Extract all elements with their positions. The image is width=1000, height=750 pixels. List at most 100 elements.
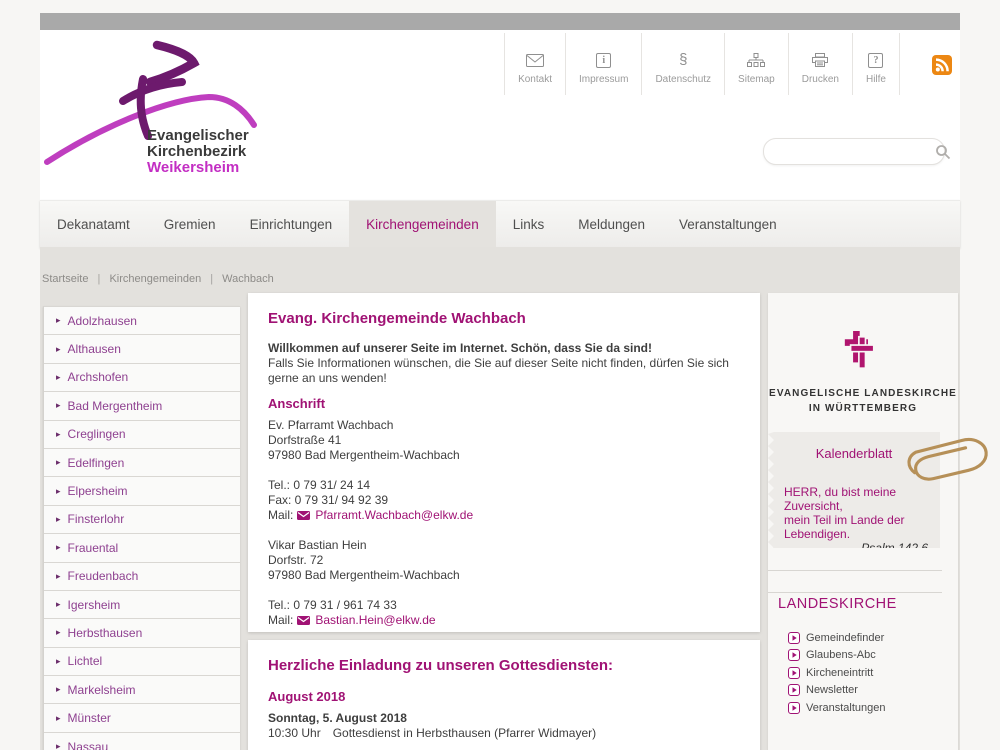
landeskirche-logo[interactable]: EVANGELISCHE LANDESKIRCHE IN WÜRTTEMBERG: [768, 327, 958, 416]
sidebar-item-edelfingen[interactable]: ▸Edelfingen: [44, 449, 240, 477]
toolbar-item-datenschutz[interactable]: § Datenschutz: [641, 33, 724, 95]
sidebar-item-markelsheim[interactable]: ▸Markelsheim: [44, 676, 240, 704]
mail-label: Mail:: [268, 613, 293, 628]
address1-line: Ev. Pfarramt Wachbach: [268, 418, 740, 433]
landeskirche-cross-icon: [768, 327, 958, 378]
toolbar-item-sitemap[interactable]: Sitemap: [724, 33, 788, 95]
help-icon: ?: [868, 51, 883, 69]
toolbar-item-impressum[interactable]: i Impressum: [565, 33, 641, 95]
mail-icon: [526, 51, 544, 69]
logo-line2: Kirchenbezirk: [147, 144, 249, 160]
nav-item-veranstaltungen[interactable]: Veranstaltungen: [662, 201, 794, 248]
nav-item-einrichtungen[interactable]: Einrichtungen: [233, 201, 350, 248]
service-desc: Gottesdienst in Herbsthausen (Pfarrer Wi…: [333, 726, 596, 740]
sidebar-item-igersheim[interactable]: ▸Igersheim: [44, 591, 240, 619]
rss-icon[interactable]: [932, 55, 952, 75]
sidebar-item-elpersheim[interactable]: ▸Elpersheim: [44, 477, 240, 505]
link-gemeindefinder[interactable]: Gemeindefinder: [788, 629, 886, 647]
sitemap-icon: [747, 51, 765, 69]
triangle-bullet-icon: ▸: [56, 627, 61, 638]
sidebar-item-bad-mergentheim[interactable]: ▸Bad Mergentheim: [44, 392, 240, 420]
sidebar-item-herbsthausen[interactable]: ▸Herbsthausen: [44, 619, 240, 647]
services-title: Herzliche Einladung zu unseren Gottesdie…: [268, 657, 740, 675]
site-logo[interactable]: Evangelischer Kirchenbezirk Weikersheim: [44, 32, 334, 197]
sidebar-item-althausen[interactable]: ▸Althausen: [44, 335, 240, 363]
search-icon[interactable]: [935, 144, 951, 160]
link-veranstaltungen[interactable]: Veranstaltungen: [788, 699, 886, 717]
link-newsletter[interactable]: Newsletter: [788, 682, 886, 700]
envelope-icon: [297, 616, 310, 625]
breadcrumb-separator: |: [92, 273, 107, 285]
nav-item-dekanatamt[interactable]: Dekanatamt: [40, 201, 147, 248]
content-area: Startseite | Kirchengemeinden | Wachbach…: [40, 247, 960, 750]
sidebar-item-muenster[interactable]: ▸Münster: [44, 704, 240, 732]
mail2-line: Mail: Bastian.Hein@elkw.de: [268, 613, 740, 628]
tel2-line: Tel.: 0 79 31 / 961 74 33: [268, 598, 740, 613]
mail1-link[interactable]: Pfarramt.Wachbach@elkw.de: [315, 508, 473, 523]
anschrift-heading: Anschrift: [268, 396, 740, 412]
header: Evangelischer Kirchenbezirk Weikersheim …: [40, 30, 960, 200]
mail-label: Mail:: [268, 508, 293, 523]
address1-line: Dorfstraße 41: [268, 433, 740, 448]
play-arrow-icon: [788, 667, 800, 679]
logo-line1: Evangelischer: [147, 128, 249, 144]
sidebar-item-creglingen[interactable]: ▸Creglingen: [44, 421, 240, 449]
landeskirche-logo-line1: EVANGELISCHE LANDESKIRCHE: [768, 386, 958, 401]
triangle-bullet-icon: ▸: [56, 429, 61, 440]
search-input[interactable]: [776, 142, 935, 162]
toolbar-label: Drucken: [802, 74, 839, 85]
sidebar-item-freudenbach[interactable]: ▸Freudenbach: [44, 563, 240, 591]
kalenderblatt-widget: Kalenderblatt HERR, du bist meine Zuvers…: [768, 432, 940, 548]
info-icon: i: [596, 51, 611, 69]
triangle-bullet-icon: ▸: [56, 542, 61, 553]
landeskirche-logo-line2: IN WÜRTTEMBERG: [768, 401, 958, 416]
parish-info-box: Evang. Kirchengemeinde Wachbach Willkomm…: [248, 293, 760, 632]
sidebar-item-adolzhausen[interactable]: ▸Adolzhausen: [44, 307, 240, 335]
link-kircheneintritt[interactable]: Kircheneintritt: [788, 664, 886, 682]
triangle-bullet-icon: ▸: [56, 741, 61, 750]
sidebar-item-archshofen[interactable]: ▸Archshofen: [44, 364, 240, 392]
divider: [768, 570, 942, 571]
service-date: Sonntag, 5. August 2018: [268, 711, 740, 726]
triangle-bullet-icon: ▸: [56, 571, 61, 582]
play-arrow-icon: [788, 702, 800, 714]
triangle-bullet-icon: ▸: [56, 514, 61, 525]
nav-item-kirchengemeinden[interactable]: Kirchengemeinden: [349, 201, 496, 248]
link-glaubens-abc[interactable]: Glaubens-Abc: [788, 647, 886, 665]
divider: [768, 592, 942, 593]
breadcrumb-startseite[interactable]: Startseite: [42, 273, 88, 285]
parish-sidebar: ▸Adolzhausen ▸Althausen ▸Archshofen ▸Bad…: [43, 306, 240, 750]
landeskirche-links: Gemeindefinder Glaubens-Abc Kircheneintr…: [788, 629, 886, 717]
toolbar-label: Impressum: [579, 74, 628, 85]
sidebar-item-nassau[interactable]: ▸Nassau: [44, 733, 240, 750]
play-arrow-icon: [788, 649, 800, 661]
service-entry: 10:30 Uhr Gottesdienst in Herbsthausen (P…: [268, 726, 740, 741]
envelope-icon: [297, 511, 310, 520]
breadcrumb-kirchengemeinden[interactable]: Kirchengemeinden: [109, 273, 201, 285]
nav-item-meldungen[interactable]: Meldungen: [561, 201, 662, 248]
triangle-bullet-icon: ▸: [56, 400, 61, 411]
mail2-link[interactable]: Bastian.Hein@elkw.de: [315, 613, 435, 628]
triangle-bullet-icon: ▸: [56, 656, 61, 667]
welcome-text-line: Falls Sie Informationen wünschen, die Si…: [268, 356, 740, 386]
service-toolbar: Kontakt i Impressum § Datenschutz Sitema…: [504, 33, 900, 95]
toolbar-item-drucken[interactable]: Drucken: [788, 33, 852, 95]
address2-line: Dorfstr. 72: [268, 553, 740, 568]
triangle-bullet-icon: ▸: [56, 713, 61, 724]
triangle-bullet-icon: ▸: [56, 684, 61, 695]
main-nav: Dekanatamt Gremien Einrichtungen Kirchen…: [40, 200, 960, 248]
service-time: 10:30 Uhr: [268, 726, 321, 741]
address2-line: Vikar Bastian Hein: [268, 538, 740, 553]
toolbar-item-hilfe[interactable]: ? Hilfe: [852, 33, 900, 95]
nav-item-links[interactable]: Links: [496, 201, 562, 248]
services-month: August 2018: [268, 689, 740, 705]
sidebar-item-lichtel[interactable]: ▸Lichtel: [44, 648, 240, 676]
nav-item-gremien[interactable]: Gremien: [147, 201, 233, 248]
toolbar-item-kontakt[interactable]: Kontakt: [504, 33, 565, 95]
sidebar-item-frauental[interactable]: ▸Frauental: [44, 534, 240, 562]
play-arrow-icon: [788, 632, 800, 644]
sidebar-item-finsterlohr[interactable]: ▸Finsterlohr: [44, 506, 240, 534]
landeskirche-heading: LANDESKIRCHE: [778, 596, 897, 612]
toolbar-label: Sitemap: [738, 74, 775, 85]
triangle-bullet-icon: ▸: [56, 315, 61, 326]
